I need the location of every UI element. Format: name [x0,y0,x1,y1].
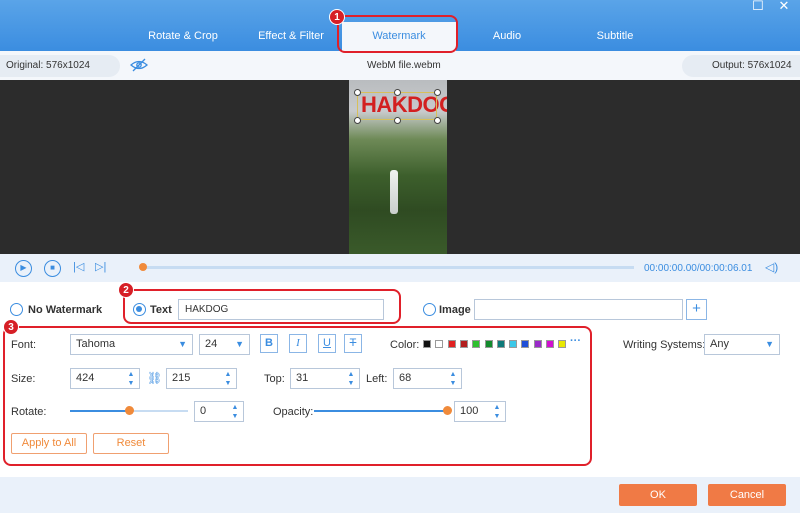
writing-systems-value: Any [710,338,729,350]
no-watermark-label: No Watermark [28,304,103,316]
image-radio[interactable] [423,303,436,316]
next-frame-icon[interactable]: ▷| [95,260,106,273]
file-name: WebM file.webm [367,60,441,71]
highlight-settings [3,326,592,466]
video-preview: HAKDOG [0,80,800,254]
volume-icon[interactable]: ◁) [765,260,778,274]
tab-subtitle[interactable]: Subtitle [580,22,650,51]
resize-handle[interactable] [354,89,361,96]
writing-systems-label: Writing Systems: [623,339,706,351]
image-path-input[interactable] [474,299,683,320]
progress-track[interactable] [142,266,634,269]
maximize-icon[interactable]: ☐ [750,0,766,14]
close-icon[interactable]: ✕ [776,0,792,14]
resize-handle[interactable] [434,117,441,124]
timecode: 00:00:00.00/00:00:06.01 [644,263,753,274]
resize-handle[interactable] [354,117,361,124]
watermark-selection-box[interactable] [357,92,437,120]
resize-handle[interactable] [434,89,441,96]
tab-effect-filter[interactable]: Effect & Filter [248,22,334,51]
add-image-icon[interactable]: + [686,299,707,320]
progress-knob[interactable] [139,263,147,271]
resize-handle[interactable] [394,117,401,124]
no-watermark-radio[interactable] [10,303,23,316]
waterfall-image [390,170,398,214]
highlight-watermark-tab [337,15,458,53]
video-frame[interactable]: HAKDOG [349,80,447,254]
stop-icon[interactable]: ■ [44,260,61,277]
step-badge-3: 3 [3,319,19,335]
player-controls: ▶ ■ |◁ ▷| 00:00:00.00/00:00:06.01 ◁) [0,254,800,282]
image-label: Image [439,304,471,316]
ok-button[interactable]: OK [619,484,697,506]
output-resolution: Output: 576x1024 [712,60,792,71]
eye-hidden-icon[interactable] [130,58,148,75]
play-icon[interactable]: ▶ [15,260,32,277]
chevron-down-icon: ▼ [765,339,774,349]
original-resolution: Original: 576x1024 [6,60,90,71]
highlight-text-option [123,289,401,324]
prev-frame-icon[interactable]: |◁ [73,260,84,273]
writing-systems-select[interactable]: Any ▼ [704,334,780,355]
step-badge-2: 2 [118,282,134,298]
tab-rotate-crop[interactable]: Rotate & Crop [140,22,226,51]
resize-handle[interactable] [394,89,401,96]
tab-audio[interactable]: Audio [472,22,542,51]
cancel-button[interactable]: Cancel [708,484,786,506]
step-badge-1: 1 [329,9,345,25]
info-bar: Original: 576x1024 WebM file.webm Output… [0,51,800,80]
